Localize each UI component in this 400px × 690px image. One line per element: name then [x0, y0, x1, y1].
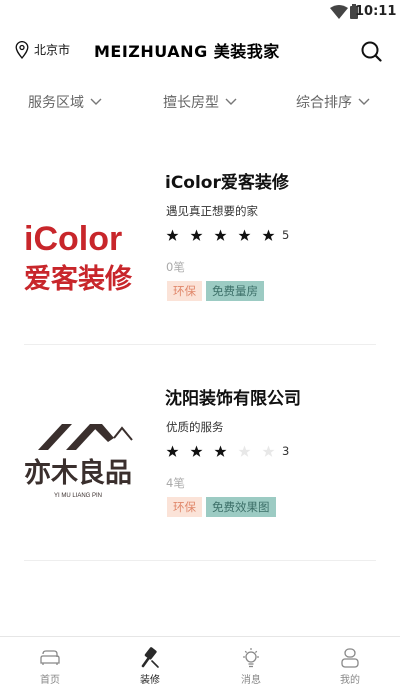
nav-decorate[interactable]: 装修 — [120, 637, 180, 690]
filter-service-area[interactable]: 服务区域 — [28, 92, 102, 112]
company-card[interactable]: iColor 爱客装修 iColor爱客装修 遇见真正想要的家 5 0笔 环保 … — [24, 164, 376, 364]
logo-subtext: YI MU LIANG PIN — [54, 493, 102, 499]
status-bar: 10:11 — [0, 0, 400, 26]
company-logo: 亦木良品 YI MU LIANG PIN — [24, 424, 133, 499]
company-name: iColor爱客装修 — [165, 173, 289, 193]
nav-profile[interactable]: 我的 — [320, 637, 380, 690]
star-icon — [262, 445, 275, 457]
tag-service: 免费效果图 — [206, 497, 276, 517]
star-icon — [238, 229, 251, 241]
company-slogan: 遇见真正想要的家 — [166, 204, 258, 218]
company-logo: iColor 爱客装修 — [24, 220, 133, 294]
divider — [24, 560, 376, 561]
order-count: 0笔 — [166, 260, 185, 274]
sofa-icon — [40, 650, 60, 665]
company-slogan: 优质的服务 — [166, 420, 224, 434]
app-header: 北京市 MEIZHUANG 美装我家 — [0, 30, 400, 70]
divider — [24, 344, 376, 345]
chevron-down-icon — [90, 98, 102, 105]
star-icon — [190, 445, 203, 457]
tag-service: 免费量房 — [206, 281, 264, 301]
star-icon — [238, 445, 251, 457]
tag-eco: 环保 — [167, 497, 202, 517]
filter-label: 综合排序 — [296, 95, 352, 111]
search-icon[interactable] — [360, 40, 382, 62]
star-icon — [214, 229, 227, 241]
order-count: 4笔 — [166, 476, 185, 490]
star-icon — [166, 445, 179, 457]
logo-subtext: 爱客装修 — [24, 263, 133, 294]
location-selector[interactable]: 北京市 — [34, 41, 70, 58]
chevron-down-icon — [358, 98, 370, 105]
company-name: 沈阳装饰有限公司 — [165, 389, 301, 409]
status-time: 10:11 — [355, 4, 397, 19]
rating-stars: 5 — [166, 228, 289, 242]
filter-bar: 服务区域 擅长房型 综合排序 — [0, 84, 400, 120]
star-icon — [214, 445, 227, 457]
star-icon — [190, 229, 203, 241]
nav-messages[interactable]: 消息 — [221, 637, 281, 690]
tag-eco: 环保 — [167, 281, 202, 301]
chevron-down-icon — [225, 98, 237, 105]
tag-list: 环保 免费效果图 — [167, 497, 276, 517]
location-pin-icon[interactable] — [15, 41, 29, 59]
app-title: MEIZHUANG 美装我家 — [94, 42, 280, 61]
star-icon — [262, 229, 275, 241]
filter-label: 服务区域 — [28, 95, 84, 111]
filter-room-type[interactable]: 擅长房型 — [163, 92, 237, 112]
star-icon — [166, 229, 179, 241]
lightbulb-icon — [243, 648, 259, 668]
bottom-nav: 首页 装修 消息 我的 — [0, 636, 400, 690]
brush-icon — [141, 647, 159, 668]
rating-stars: 3 — [166, 444, 289, 458]
nav-label: 装修 — [140, 675, 160, 686]
nav-label: 首页 — [40, 675, 60, 686]
filter-label: 擅长房型 — [163, 95, 219, 111]
nav-home[interactable]: 首页 — [20, 637, 80, 690]
logo-text: 亦木良品 — [24, 457, 132, 489]
tag-list: 环保 免费量房 — [167, 281, 264, 301]
rating-value: 3 — [282, 444, 290, 458]
logo-text: iColor — [24, 220, 122, 258]
rating-value: 5 — [282, 228, 290, 242]
user-icon — [341, 648, 359, 668]
wifi-icon — [330, 5, 348, 19]
company-card[interactable]: 亦木良品 YI MU LIANG PIN 沈阳装饰有限公司 优质的服务 3 4笔… — [24, 380, 376, 580]
filter-sort[interactable]: 综合排序 — [296, 92, 370, 112]
nav-label: 消息 — [241, 675, 261, 686]
nav-label: 我的 — [340, 675, 360, 686]
